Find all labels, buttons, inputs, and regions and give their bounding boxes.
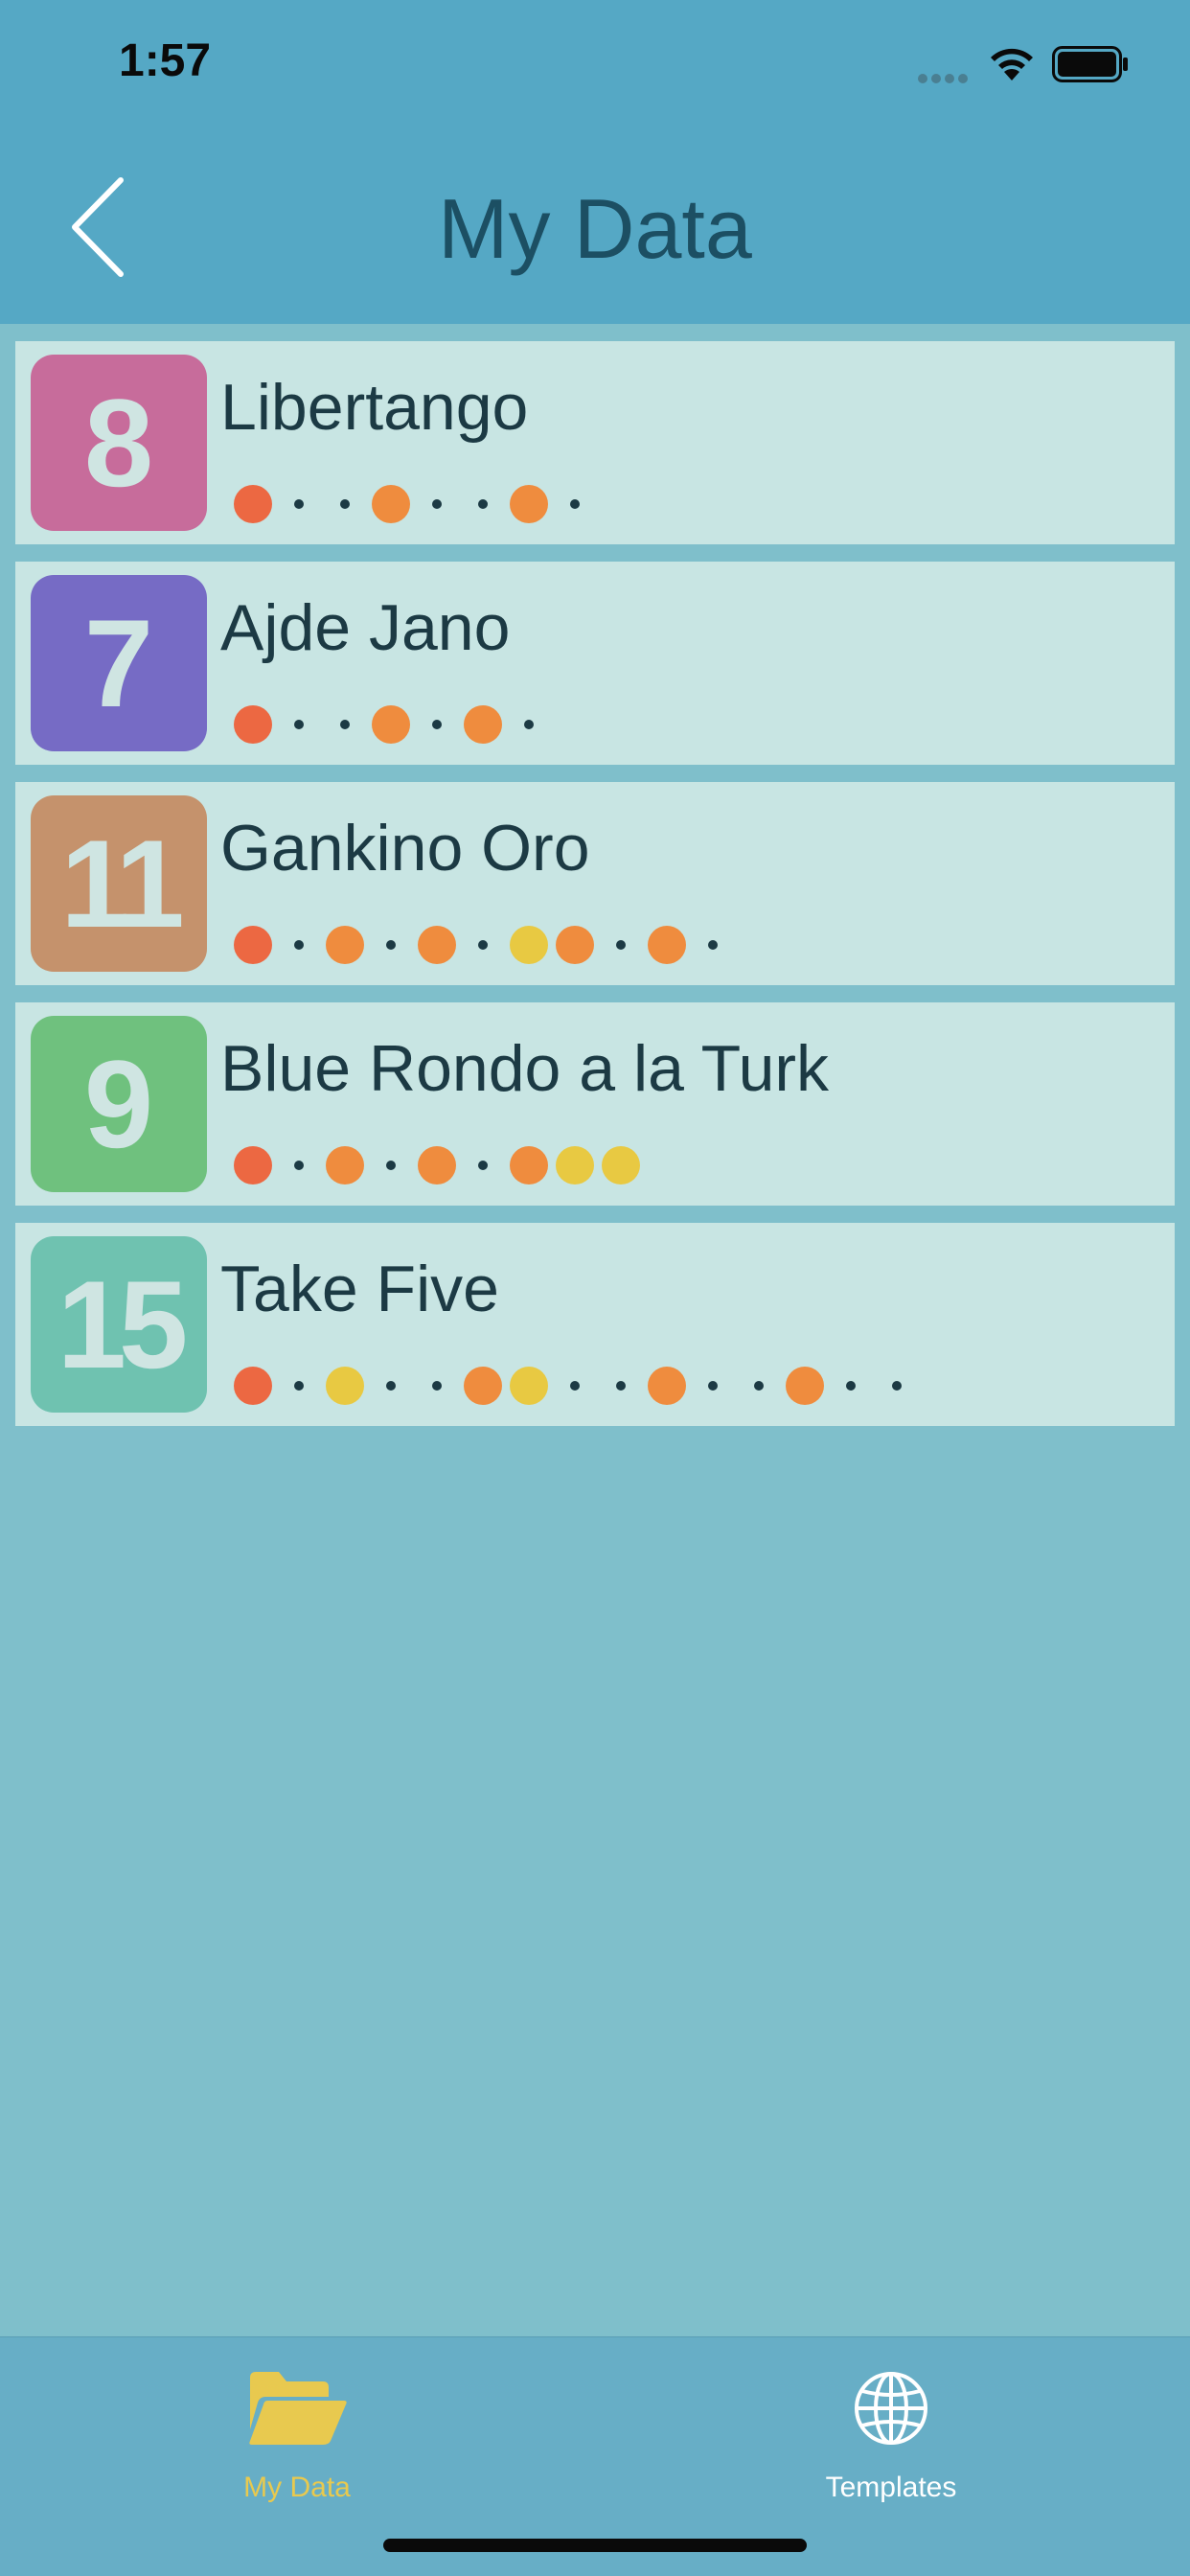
globe-icon xyxy=(855,2372,927,2445)
rest-dot xyxy=(294,1381,304,1391)
rest-dot xyxy=(432,499,442,509)
rhythm-pattern xyxy=(220,703,1159,746)
status-time: 1:57 xyxy=(119,35,212,86)
rest-dot xyxy=(478,1161,488,1170)
beat-dot xyxy=(648,926,686,964)
data-list: 8 Libertango 7 Ajde Jano 11 Gankino Oro 9 Blue … xyxy=(15,341,1175,1443)
rhythm-pattern xyxy=(220,483,1159,525)
rest-dot xyxy=(294,1161,304,1170)
beat-dot xyxy=(602,1146,640,1184)
rest-dot xyxy=(432,720,442,729)
count-badge: 8 xyxy=(31,355,207,531)
item-title: Libertango xyxy=(220,371,529,444)
beat-dot xyxy=(510,1367,548,1405)
beat-dot xyxy=(234,1367,272,1405)
rest-dot xyxy=(846,1381,856,1391)
wifi-icon xyxy=(991,48,1033,80)
rest-dot xyxy=(892,1381,902,1391)
page-title: My Data xyxy=(438,181,752,276)
screen: 1:57 My Data 8 Libertango 7 Ajde Jano 11 Gank… xyxy=(0,0,1190,2576)
beat-dot xyxy=(556,1146,594,1184)
list-item[interactable]: 8 Libertango xyxy=(15,341,1175,544)
beat-dot xyxy=(234,705,272,744)
list-item[interactable]: 15 Take Five xyxy=(15,1223,1175,1426)
rhythm-pattern xyxy=(220,1365,1159,1407)
rest-dot xyxy=(478,940,488,950)
beat-dot xyxy=(786,1367,824,1405)
item-title: Take Five xyxy=(220,1253,499,1325)
rhythm-pattern xyxy=(220,1144,1159,1186)
item-title: Ajde Jano xyxy=(220,591,511,664)
beat-dot xyxy=(418,926,456,964)
tab-templates[interactable]: Templates xyxy=(767,2353,1016,2525)
battery-icon xyxy=(1052,46,1128,82)
count-badge: 9 xyxy=(31,1016,207,1192)
beat-dot xyxy=(556,926,594,964)
beat-dot xyxy=(464,705,502,744)
rest-dot xyxy=(294,940,304,950)
beat-dot xyxy=(234,485,272,523)
folder-icon xyxy=(249,2372,347,2445)
beat-dot xyxy=(326,1146,364,1184)
list-item[interactable]: 9 Blue Rondo a la Turk xyxy=(15,1002,1175,1206)
beat-dot xyxy=(510,485,548,523)
beat-dot xyxy=(326,926,364,964)
item-title: Blue Rondo a la Turk xyxy=(220,1032,830,1105)
rest-dot xyxy=(386,1381,396,1391)
beat-dot xyxy=(234,1146,272,1184)
beat-dot xyxy=(326,1367,364,1405)
rest-dot xyxy=(754,1381,764,1391)
rest-dot xyxy=(570,499,580,509)
list-item[interactable]: 7 Ajde Jano xyxy=(15,562,1175,765)
beat-dot xyxy=(418,1146,456,1184)
beat-dot xyxy=(372,485,410,523)
rest-dot xyxy=(294,499,304,509)
beat-dot xyxy=(234,926,272,964)
rest-dot xyxy=(386,940,396,950)
header: 1:57 My Data xyxy=(0,0,1190,324)
beat-dot xyxy=(372,705,410,744)
tab-label: Templates xyxy=(825,2472,957,2503)
rest-dot xyxy=(340,499,350,509)
list-item[interactable]: 11 Gankino Oro xyxy=(15,782,1175,985)
rest-dot xyxy=(616,940,626,950)
count-badge: 15 xyxy=(31,1236,207,1413)
count-badge: 7 xyxy=(31,575,207,751)
beat-dot xyxy=(648,1367,686,1405)
rest-dot xyxy=(432,1381,442,1391)
rest-dot xyxy=(570,1381,580,1391)
rest-dot xyxy=(386,1161,396,1170)
rest-dot xyxy=(340,720,350,729)
rest-dot xyxy=(294,720,304,729)
cellular-signal-icon xyxy=(918,71,973,83)
count-badge: 11 xyxy=(31,795,207,972)
item-title: Gankino Oro xyxy=(220,812,590,885)
beat-dot xyxy=(464,1367,502,1405)
rest-dot xyxy=(708,940,718,950)
tab-my-data[interactable]: My Data xyxy=(172,2353,422,2525)
tab-label: My Data xyxy=(243,2472,351,2503)
rhythm-pattern xyxy=(220,924,1159,966)
home-indicator xyxy=(383,2539,807,2552)
rest-dot xyxy=(478,499,488,509)
rest-dot xyxy=(708,1381,718,1391)
beat-dot xyxy=(510,926,548,964)
rest-dot xyxy=(616,1381,626,1391)
rest-dot xyxy=(524,720,534,729)
beat-dot xyxy=(510,1146,548,1184)
